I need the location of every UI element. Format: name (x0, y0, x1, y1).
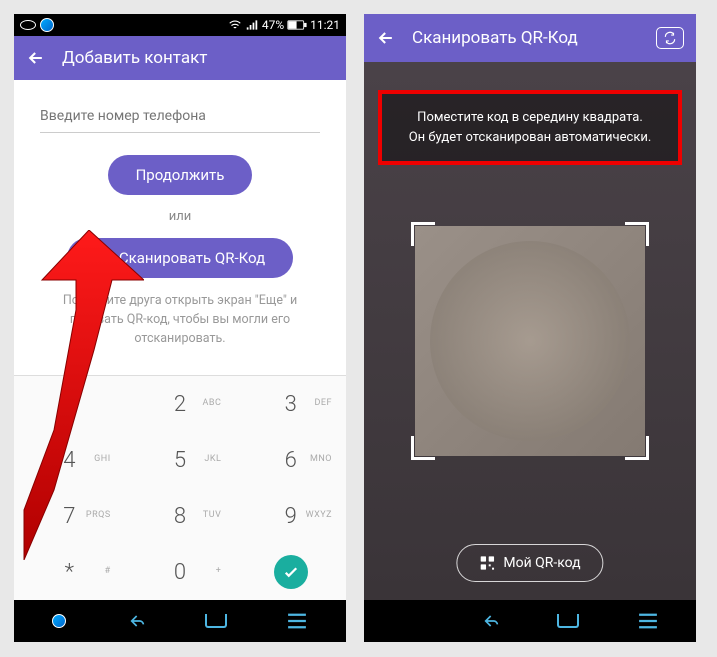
signal-icon (245, 18, 259, 32)
scan-hint: Поместите код в середину квадрата. Он бу… (378, 90, 682, 165)
header-title: Сканировать QR-Код (412, 28, 578, 48)
status-bar: 47% 11:21 (14, 14, 346, 36)
phone-input[interactable] (40, 100, 320, 133)
key-1[interactable]: 1 (14, 376, 125, 432)
key-6[interactable]: 6MNO (235, 432, 346, 488)
phone-left: 47% 11:21 Добавить контакт Продолжить ил… (14, 14, 346, 642)
nav-home-icon[interactable] (205, 614, 227, 628)
eye-icon (20, 20, 36, 30)
scan-hint-line1: Поместите код в середину квадрата. (398, 108, 662, 128)
scan-qr-label: Сканировать QR-Код (119, 249, 265, 267)
header-right: Сканировать QR-Код (364, 14, 696, 62)
continue-button[interactable]: Продолжить (108, 155, 253, 195)
nav-teamviewer-icon[interactable] (52, 614, 66, 628)
key-star[interactable]: *# (14, 544, 125, 600)
key-3[interactable]: 3DEF (235, 376, 346, 432)
key-8[interactable]: 8TUV (125, 488, 236, 544)
nav-home-icon[interactable] (557, 614, 579, 628)
key-confirm[interactable] (235, 544, 346, 600)
nav-back-icon[interactable] (479, 611, 499, 631)
battery-icon (287, 19, 307, 31)
camera-preview (415, 226, 645, 456)
hint-text: Попросите друга открыть экран "Еще" и по… (40, 292, 320, 348)
corner-tr (625, 222, 649, 246)
key-5[interactable]: 5JKL (125, 432, 236, 488)
qr-icon (95, 250, 111, 266)
time-text: 11:21 (310, 18, 340, 32)
corner-tl (411, 222, 435, 246)
or-label: или (169, 209, 192, 224)
nav-menu-icon[interactable] (286, 613, 308, 629)
my-qr-button[interactable]: Мой QR-код (456, 544, 603, 582)
qr-icon (479, 555, 495, 571)
corner-br (625, 436, 649, 460)
header-left: Добавить контакт (14, 36, 346, 80)
key-9[interactable]: 9WXYZ (235, 488, 346, 544)
my-qr-label: Мой QR-код (503, 555, 580, 571)
key-4[interactable]: 4GHI (14, 432, 125, 488)
phone-right: Сканировать QR-Код Поместите код в серед… (364, 14, 696, 642)
status-left (20, 18, 54, 32)
key-2[interactable]: 2ABC (125, 376, 236, 432)
ornament-image (430, 241, 630, 441)
check-icon (274, 555, 308, 589)
add-contact-content: Продолжить или Сканировать QR-Код Попрос… (14, 80, 346, 375)
navbar-left (14, 600, 346, 642)
battery-text: 47% (262, 18, 284, 32)
status-right: 47% 11:21 (228, 18, 340, 32)
scan-qr-button[interactable]: Сканировать QR-Код (67, 238, 293, 278)
key-0[interactable]: 0+ (125, 544, 236, 600)
scan-frame (415, 226, 645, 456)
scan-hint-line2: Он будет отсканирован автоматически. (398, 128, 662, 148)
scanner-content: Поместите код в середину квадрата. Он бу… (364, 62, 696, 600)
camera-switch-icon[interactable] (656, 27, 684, 49)
header-title: Добавить контакт (62, 48, 207, 68)
teamviewer-icon (40, 18, 54, 32)
key-7[interactable]: 7PRQS (14, 488, 125, 544)
back-icon[interactable] (26, 48, 46, 68)
corner-bl (411, 436, 435, 460)
wifi-icon (228, 18, 242, 32)
keypad: 1 2ABC 3DEF 4GHI 5JKL 6MNO 7PRQS 8TUV 9W… (14, 375, 346, 600)
nav-back-icon[interactable] (125, 611, 145, 631)
back-icon[interactable] (376, 28, 396, 48)
navbar-right (364, 600, 696, 642)
nav-menu-icon[interactable] (637, 613, 659, 629)
